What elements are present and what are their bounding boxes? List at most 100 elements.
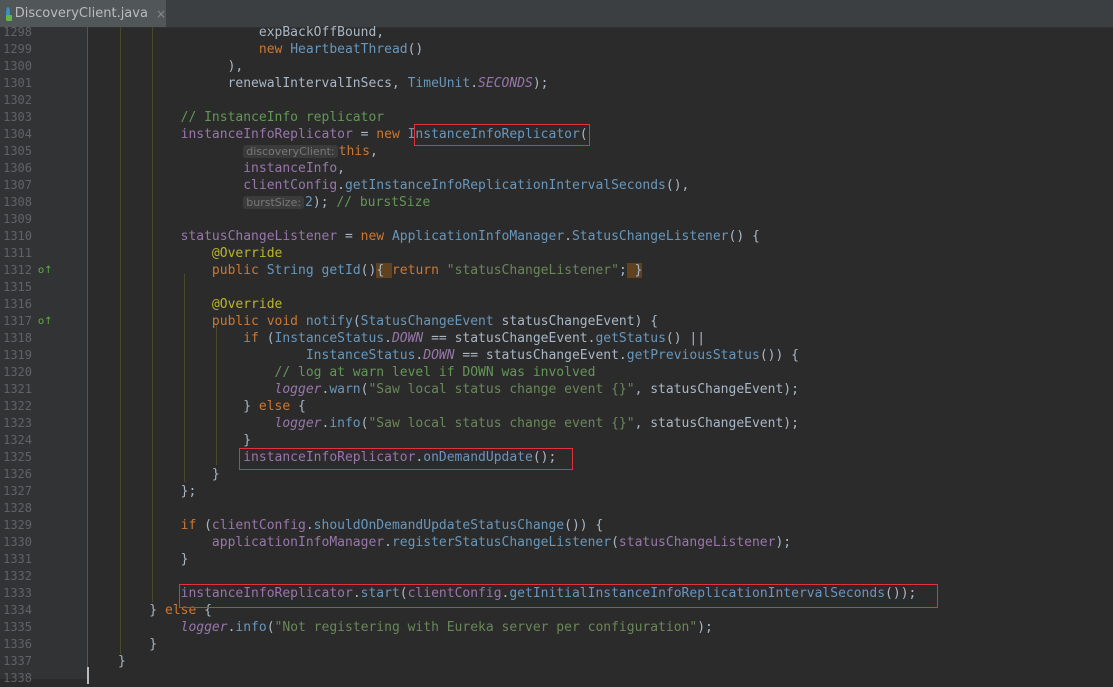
code-line[interactable]: 1311 @Override xyxy=(0,245,1113,262)
code-line[interactable]: 1299 new HeartbeatThread() xyxy=(0,41,1113,58)
code-token: // InstanceInfo replicator xyxy=(118,110,385,125)
line-number: 1301 xyxy=(3,76,32,90)
code-line[interactable]: 1330 applicationInfoManager.registerStat… xyxy=(0,534,1113,551)
code-line[interactable]: 1309 xyxy=(0,211,1113,228)
code-line[interactable]: 1310 statusChangeListener = new Applicat… xyxy=(0,228,1113,245)
code-token: statusChangeListener xyxy=(618,535,776,550)
line-number: 1337 xyxy=(3,654,32,668)
code-token: HeartbeatThread xyxy=(290,42,408,57)
code-token: logger xyxy=(118,382,322,397)
line-number: 1300 xyxy=(3,59,32,73)
code-text: instanceInfo, xyxy=(118,160,345,177)
code-line[interactable]: 1336 } xyxy=(0,636,1113,653)
line-number: 1306 xyxy=(3,161,32,175)
code-token: = xyxy=(337,229,361,244)
code-token: ( xyxy=(266,331,275,346)
line-number: 1311 xyxy=(3,246,32,260)
code-token: statusChangeEvent) { xyxy=(501,314,659,329)
code-token: ( xyxy=(611,535,619,550)
code-text: } xyxy=(118,636,157,653)
code-token: "Saw local status change event {}" xyxy=(368,416,635,431)
code-line[interactable]: 1319 InstanceStatus.DOWN == statusChange… xyxy=(0,347,1113,364)
line-number: 1318 xyxy=(3,331,32,345)
code-line[interactable]: 1328 xyxy=(0,500,1113,517)
code-token: ()) { xyxy=(564,518,604,533)
code-line[interactable]: 1300 ), xyxy=(0,58,1113,75)
tab-discoveryclient[interactable]: DiscoveryClient.java × xyxy=(0,0,166,27)
code-line[interactable]: 1323 logger.info("Saw local status chang… xyxy=(0,415,1113,432)
line-number: 1322 xyxy=(3,399,32,413)
code-line[interactable]: 1320 // log at warn level if DOWN was in… xyxy=(0,364,1113,381)
code-line[interactable]: 1298 expBackOffBound, xyxy=(0,24,1113,41)
code-line[interactable]: 1307 clientConfig.getInstanceInfoReplica… xyxy=(0,177,1113,194)
code-text: @Override xyxy=(118,296,282,313)
code-text: } xyxy=(118,432,251,449)
code-line[interactable]: 1322 } else { xyxy=(0,398,1113,415)
code-text: @Override xyxy=(118,245,282,262)
highlight-box-start xyxy=(179,584,938,608)
code-line[interactable]: 1317 o↑ public void notify(StatusChangeEv… xyxy=(0,313,1113,330)
code-token: new xyxy=(376,127,408,142)
code-line[interactable]: 1329 if (clientConfig.shouldOnDemandUpda… xyxy=(0,517,1113,534)
code-text: } xyxy=(118,466,220,483)
code-line[interactable]: 1321 logger.warn("Saw local status chang… xyxy=(0,381,1113,398)
code-token: warn xyxy=(329,382,361,397)
code-token: // log at warn level if DOWN was involve… xyxy=(118,365,596,380)
code-text: public String getId(){ return "statusCha… xyxy=(118,262,643,279)
code-token: ); xyxy=(775,535,792,550)
code-token: . xyxy=(337,178,345,193)
code-token: info xyxy=(235,620,267,635)
line-number: 1298 xyxy=(3,25,32,39)
close-icon[interactable]: × xyxy=(156,7,166,21)
line-number: 1323 xyxy=(3,416,32,430)
code-line[interactable]: 1301 renewalIntervalInSecs, TimeUnit.SEC… xyxy=(0,75,1113,92)
code-token: ApplicationInfoManager xyxy=(391,229,565,244)
override-gutter-icon[interactable]: o↑ xyxy=(38,313,53,330)
code-token: if xyxy=(118,518,205,533)
code-token: instanceInfo xyxy=(118,161,338,176)
code-line[interactable]: 1308 burstSize: 2); // burstSize xyxy=(0,194,1113,211)
code-text: burstSize: 2); // burstSize xyxy=(118,194,430,211)
code-line[interactable]: 1332 xyxy=(0,568,1113,585)
code-token: TimeUnit xyxy=(407,76,471,91)
line-number: 1310 xyxy=(3,229,32,243)
code-text: InstanceStatus.DOWN == statusChangeEvent… xyxy=(118,347,799,364)
code-line[interactable]: 1324 } xyxy=(0,432,1113,449)
code-token: instanceInfoReplicator xyxy=(118,127,353,142)
code-token: SECONDS xyxy=(478,76,533,91)
code-token: DOWN xyxy=(423,348,455,363)
code-line[interactable]: 1318 if (InstanceStatus.DOWN == statusCh… xyxy=(0,330,1113,347)
code-token: } xyxy=(118,399,259,414)
code-line[interactable]: 1302 xyxy=(0,92,1113,109)
line-number: 1317 xyxy=(3,314,32,328)
tab-title: DiscoveryClient.java xyxy=(14,6,148,21)
line-number: 1305 xyxy=(3,144,32,158)
code-token: ( xyxy=(266,620,275,635)
code-token: getInstanceInfoReplicationIntervalSecond… xyxy=(344,178,666,193)
code-editor[interactable]: 1298 expBackOffBound, 1299 new HeartbeatT… xyxy=(0,24,1113,685)
code-line[interactable]: 1312 o↑ public String getId(){ return "st… xyxy=(0,262,1113,279)
code-token: ); xyxy=(532,76,549,91)
code-line[interactable]: 1331 } xyxy=(0,551,1113,568)
code-token: , statusChangeEvent); xyxy=(634,416,799,431)
override-gutter-icon[interactable]: o↑ xyxy=(38,262,53,279)
code-line[interactable]: 1327 }; xyxy=(0,483,1113,500)
line-number: 1304 xyxy=(3,127,32,141)
code-line[interactable]: 1335 logger.info("Not registering with E… xyxy=(0,619,1113,636)
code-token: // burstSize xyxy=(336,195,431,210)
code-line[interactable]: 1316 @Override xyxy=(0,296,1113,313)
code-token: renewalIntervalInSecs, xyxy=(118,76,408,91)
line-number: 1308 xyxy=(3,195,32,209)
code-token: logger xyxy=(118,620,228,635)
code-line[interactable]: 1306 instanceInfo, xyxy=(0,160,1113,177)
code-token: ); xyxy=(312,195,337,210)
code-token: InstanceStatus xyxy=(118,348,416,363)
code-line[interactable]: 1315 xyxy=(0,279,1113,296)
code-token: DOWN xyxy=(391,331,424,346)
line-number: 1312 xyxy=(3,263,32,277)
text-caret xyxy=(87,667,89,684)
code-line[interactable]: 1337} xyxy=(0,653,1113,670)
code-token: ( xyxy=(352,314,361,329)
